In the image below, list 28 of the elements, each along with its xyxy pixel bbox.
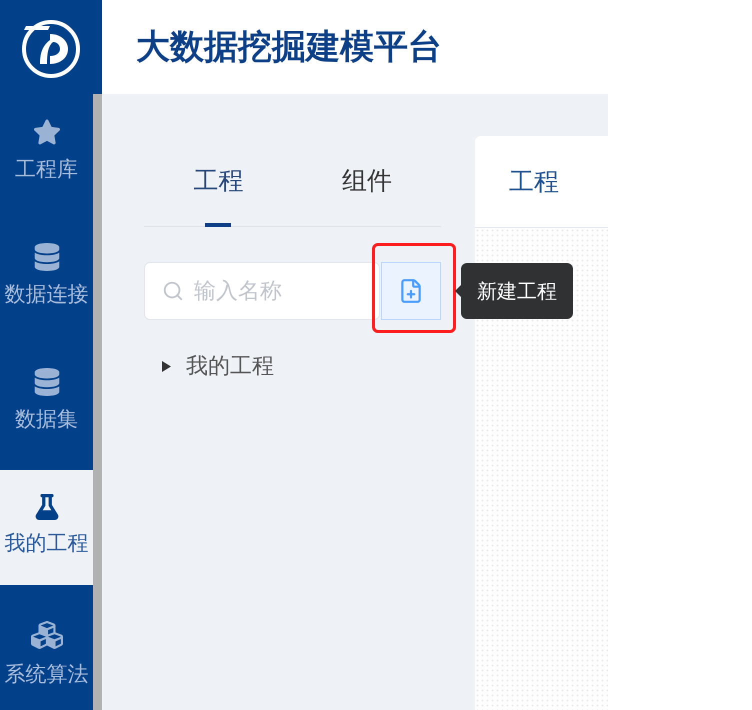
sidebar-label: 工程库: [15, 156, 78, 182]
canvas-grid[interactable]: [475, 228, 608, 710]
tab[interactable]: 组件: [292, 136, 441, 226]
sidebar-item[interactable]: 数据集: [0, 344, 93, 460]
sidebar-label: 系统算法: [4, 660, 88, 687]
sidebar-item[interactable]: 系统算法: [0, 594, 93, 710]
tree-label: 我的工程: [186, 352, 274, 380]
sidebar-item[interactable]: 我的工程: [0, 470, 93, 585]
star-icon: [32, 118, 60, 146]
search-input[interactable]: 输入名称: [194, 274, 364, 308]
logo-tile[interactable]: [0, 0, 102, 94]
cubes-icon: [30, 618, 62, 651]
sidebar-item[interactable]: 工程库: [0, 94, 93, 210]
canvas-title: 工程: [509, 166, 559, 198]
search-icon: [162, 280, 184, 302]
sidebar-label: 数据集: [15, 406, 78, 432]
scrollbar[interactable]: [93, 94, 102, 710]
database-icon: [32, 243, 60, 272]
app-title: 大数据挖掘建模平台: [136, 26, 442, 68]
flask-icon: [34, 494, 60, 520]
sidebar-label: 数据连接: [4, 281, 88, 308]
sidebar-label: 我的工程: [4, 530, 88, 556]
tree-item[interactable]: 我的工程: [162, 351, 441, 381]
database-icon: [32, 368, 60, 396]
search-field[interactable]: 输入名称: [144, 262, 380, 320]
tooltip: 新建工程: [455, 263, 573, 319]
tab[interactable]: 工程: [144, 136, 292, 226]
sidebar-item[interactable]: 数据连接: [0, 219, 93, 334]
